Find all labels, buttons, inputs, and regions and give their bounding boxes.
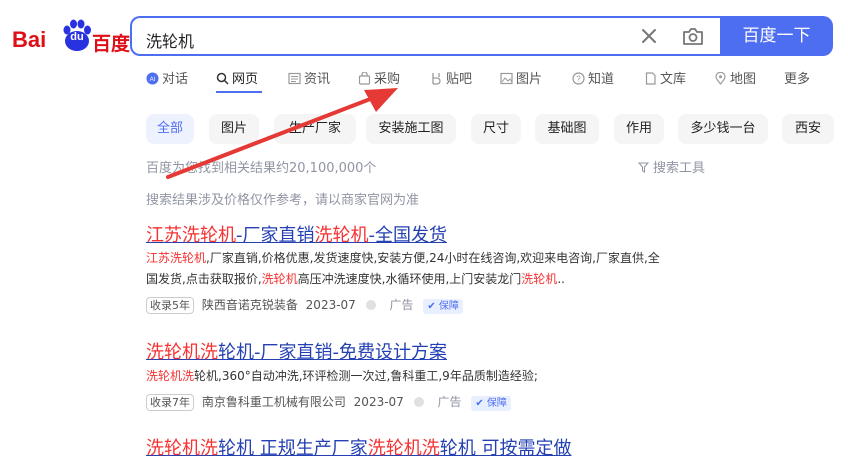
guarantee-badge[interactable]: ✔ 保障: [423, 299, 463, 314]
indexed-years-badge: 收录7年: [146, 394, 194, 411]
news-icon: [288, 72, 301, 85]
plain-text: 轮机 正规生产厂家: [218, 438, 368, 459]
plain-text: ,厂家直销,价格优惠,发货速度快,安装方便,24小时在线咨询,欢迎来电咨询,厂家…: [206, 251, 660, 265]
highlight-text: 江苏洗轮机: [146, 251, 207, 265]
logo-text-bai: Bai: [12, 27, 47, 52]
dot-icon: [365, 300, 376, 310]
plain-text: -全国发货: [368, 225, 448, 246]
plain-text: 轮机,360°自动冲洗,环评检测一次过,鲁科重工,9年品质制造经验;: [194, 369, 538, 383]
highlight-text: 洗轮机洗: [367, 438, 440, 459]
highlight-text: 洗轮机洗: [146, 342, 218, 363]
highlight-text: 洗轮机: [261, 272, 298, 286]
svg-text:?: ?: [576, 75, 581, 84]
price-notice: 搜索结果涉及价格仅作参考，请以商家官网为准: [146, 193, 420, 208]
result-count: 百度为您找到相关结果约20,100,000个: [146, 161, 377, 176]
filter-manufacturer[interactable]: 生产厂家: [274, 114, 356, 144]
nav-tabs: AI 对话 网页 资讯 采购 贴吧 图片 ? 知道 文库 地图 更多: [146, 68, 826, 90]
highlight-text: 洗轮机洗: [146, 438, 218, 459]
result-1-meta: 收录5年 陕西音诺克锐装备 2023-07 广告 ✔ 保障: [146, 296, 463, 314]
clear-icon[interactable]: [640, 27, 658, 45]
search-input[interactable]: 洗轮机: [130, 16, 720, 56]
highlight-text: 江苏洗轮机: [146, 225, 236, 246]
result-1-date: 2023-07: [305, 298, 356, 312]
tab-more[interactable]: 更多: [784, 68, 810, 87]
image-icon: [500, 72, 513, 85]
guarantee-badge[interactable]: ✔ 保障: [471, 396, 511, 411]
search-query-text: 洗轮机: [146, 32, 195, 51]
tab-dialog[interactable]: AI 对话: [146, 68, 188, 87]
active-tab-indicator: [216, 91, 262, 93]
plain-text: -厂家直销: [236, 225, 315, 246]
result-2-snippet: 洗轮机洗轮机,360°自动冲洗,环评检测一次过,鲁科重工,9年品质制造经验;: [146, 366, 706, 387]
result-2-snippet-line-1: 洗轮机洗轮机,360°自动冲洗,环评检测一次过,鲁科重工,9年品质制造经验;: [146, 366, 706, 387]
question-icon: ?: [572, 72, 585, 85]
camera-icon[interactable]: [682, 26, 704, 46]
indexed-years-badge: 收录5年: [146, 297, 194, 314]
result-1-snippet-line-1: 江苏洗轮机,厂家直销,价格优惠,发货速度快,安装方便,24小时在线咨询,欢迎来电…: [146, 248, 706, 269]
filter-foundation[interactable]: 基础图: [535, 114, 599, 144]
filter-install-diagram[interactable]: 安装施工图: [366, 114, 456, 144]
plain-text: 高压冲洗速度快,水循环使用,上门安装龙门: [297, 272, 522, 286]
filter-images[interactable]: 图片: [209, 114, 259, 144]
filter-all[interactable]: 全部: [146, 114, 194, 144]
tab-zhidao[interactable]: ? 知道: [572, 68, 614, 87]
tab-web[interactable]: 网页: [216, 68, 258, 87]
filter-xian[interactable]: 西安: [782, 114, 834, 144]
highlight-text: 洗轮机: [521, 272, 558, 286]
result-2-title[interactable]: 洗轮机洗轮机-厂家直销-免费设计方案: [146, 338, 447, 364]
result-2-source[interactable]: 南京鲁科重工机械有限公司: [202, 395, 346, 409]
highlight-text: 洗轮机: [314, 225, 369, 246]
check-icon: ✔: [475, 398, 484, 409]
logo-text-cn: 百度: [92, 33, 131, 55]
search-tools-button[interactable]: 搜索工具: [637, 157, 705, 176]
bag-icon: [358, 72, 371, 85]
ad-label[interactable]: 广告: [437, 395, 461, 409]
doc-icon: [645, 72, 656, 85]
highlight-text: 洗轮机洗: [146, 369, 195, 383]
logo-text-du: du: [70, 31, 84, 43]
tieba-icon: [432, 73, 441, 85]
result-1-source[interactable]: 陕西音诺克锐装备: [202, 298, 298, 312]
search-button[interactable]: 百度一下: [720, 16, 833, 56]
filter-price[interactable]: 多少钱一台: [678, 114, 768, 144]
filter-size[interactable]: 尺寸: [471, 114, 521, 144]
tab-news[interactable]: 资讯: [288, 68, 330, 87]
result-3-title[interactable]: 洗轮机洗轮机 正规生产厂家洗轮机洗轮机 可按需定做: [146, 434, 571, 460]
ad-label[interactable]: 广告: [389, 298, 413, 312]
dot-icon: [413, 397, 424, 407]
result-1-snippet-line-2: 国发货,点击获取报价,洗轮机高压冲洗速度快,水循环使用,上门安装龙门洗轮机..: [146, 269, 706, 290]
search-icon: [216, 72, 229, 85]
result-2-date: 2023-07: [353, 395, 404, 409]
result-1-snippet: 江苏洗轮机,厂家直销,价格优惠,发货速度快,安装方便,24小时在线咨询,欢迎来电…: [146, 248, 706, 290]
ai-icon: AI: [146, 72, 159, 85]
plain-text: 国发货,点击获取报价,: [146, 272, 262, 286]
result-2-meta: 收录7年 南京鲁科重工机械有限公司 2023-07 广告 ✔ 保障: [146, 393, 511, 411]
filter-icon: [637, 162, 650, 173]
result-1-title[interactable]: 江苏洗轮机-厂家直销洗轮机-全国发货: [146, 221, 447, 247]
tab-images[interactable]: 图片: [500, 68, 542, 87]
plain-text: 轮机 可按需定做: [439, 438, 572, 459]
plain-text: 轮机-厂家直销-免费设计方案: [218, 342, 447, 363]
svg-text:AI: AI: [150, 77, 156, 83]
check-icon: ✔: [427, 301, 436, 312]
tab-purchase[interactable]: 采购: [358, 68, 400, 87]
tab-map[interactable]: 地图: [714, 68, 756, 87]
filter-function[interactable]: 作用: [614, 114, 664, 144]
tab-wenku[interactable]: 文库: [644, 68, 686, 87]
tab-tieba[interactable]: 贴吧: [430, 68, 472, 87]
plain-text: ..: [557, 272, 565, 286]
map-icon: [715, 72, 726, 85]
